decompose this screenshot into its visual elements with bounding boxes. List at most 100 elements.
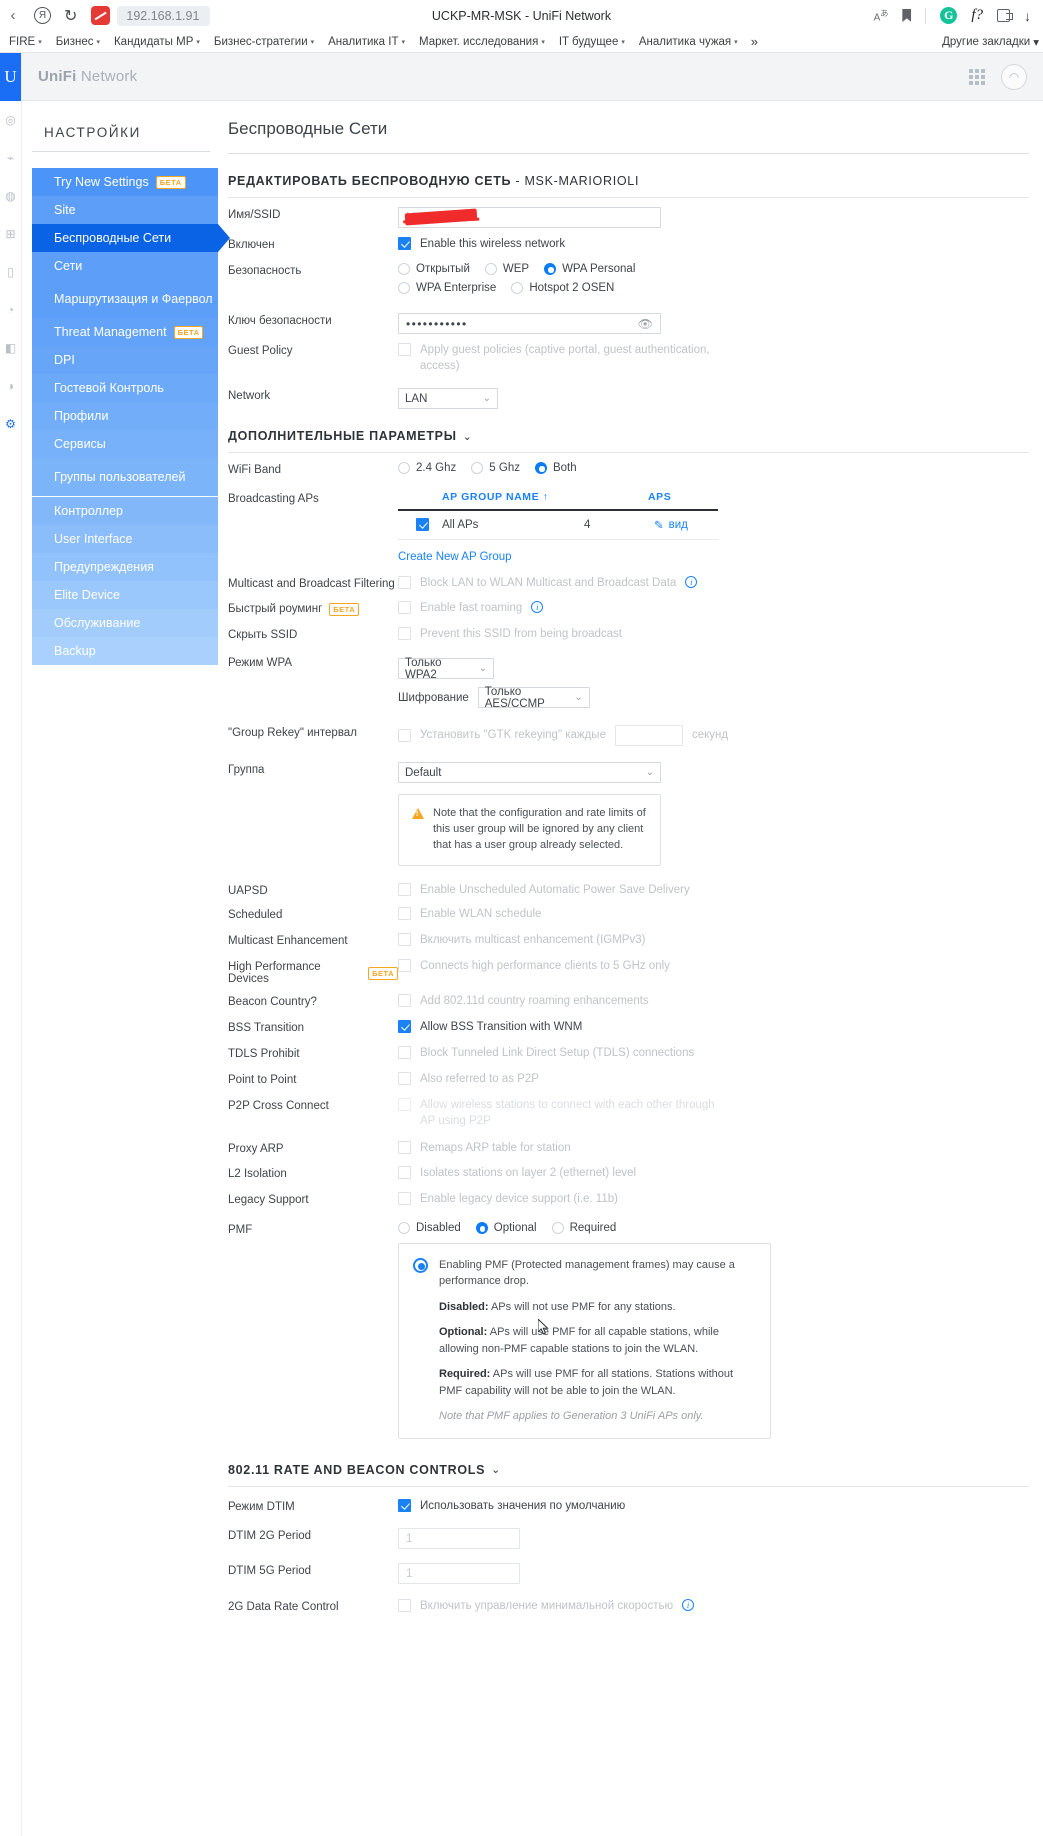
p2p-cross-checkbox-row[interactable]: Allow wireless stations to connect with … (398, 1098, 1029, 1129)
p2p-cross-checkbox[interactable] (398, 1098, 411, 1112)
bookmark-item[interactable]: Маркет. исследования ▾ (412, 36, 552, 48)
beacon-country-checkbox[interactable] (398, 994, 411, 1008)
sidebar-item-try-new-settings[interactable]: Try New Settings БЕТА (32, 168, 218, 196)
alerts-icon[interactable]: ◧ (0, 329, 21, 367)
enable-wireless-checkbox[interactable] (398, 237, 411, 250)
guest-policy-checkbox-row[interactable]: Apply guest policies (captive portal, gu… (398, 343, 1029, 374)
sidebar-item-dpi[interactable]: DPI (32, 346, 218, 374)
stats-icon[interactable]: ⊞ (0, 215, 21, 253)
bookmark-item[interactable]: Кандидаты МР ▾ (107, 36, 207, 48)
rate-beacon-header[interactable]: 802.11 RATE AND BEACON CONTROLS ⌄ (228, 1439, 1029, 1487)
proxy-arp-checkbox[interactable] (398, 1141, 411, 1155)
sidebar-item-networks[interactable]: Сети (32, 252, 218, 280)
reload-icon[interactable]: ↻ (64, 6, 77, 26)
bookmarks-overflow-button[interactable]: » (745, 34, 764, 49)
eye-icon[interactable]: 👁 (638, 317, 653, 331)
address-bar[interactable]: 192.168.1.91 (117, 5, 211, 26)
bookmark-item[interactable]: Аналитика IT ▾ (321, 36, 412, 48)
radio-pmf-required[interactable] (551, 1221, 564, 1234)
encryption-select[interactable]: Только AES/CCMP ⌄ (477, 686, 590, 710)
high-performance-checkbox[interactable] (398, 959, 411, 973)
proxy-arp-checkbox-row[interactable]: Remaps ARP table for station (398, 1141, 1029, 1157)
site-shield-icon[interactable] (91, 6, 111, 25)
group-rekey-checkbox[interactable] (398, 729, 411, 743)
wifi-band-option-24[interactable]: 2.4 Ghz (398, 462, 456, 475)
sidebar-item-user-groups[interactable]: Группы пользователей (32, 458, 218, 496)
high-performance-checkbox-row[interactable]: Connects high performance clients to 5 G… (398, 959, 1029, 975)
bookmark-item[interactable]: Аналитика чужая ▾ (632, 36, 745, 48)
l2-isolation-checkbox[interactable] (398, 1165, 411, 1179)
insights-icon[interactable]: ▯ (0, 253, 21, 291)
map-icon[interactable]: ◑ (0, 367, 21, 405)
sidebar-item-wireless-networks[interactable]: Беспроводные Сети (32, 224, 230, 252)
tdls-checkbox-row[interactable]: Block Tunneled Link Direct Setup (TDLS) … (398, 1046, 1029, 1062)
rate-2g-checkbox-row[interactable]: Включить управление минимальной скорость… (398, 1599, 1029, 1615)
pmf-option-required[interactable]: Required (551, 1221, 616, 1234)
bss-transition-checkbox-row[interactable]: Allow BSS Transition with WNM (398, 1020, 1029, 1036)
fast-roaming-checkbox-row[interactable]: Enable fast roaming i (398, 600, 1029, 617)
uapsd-checkbox-row[interactable]: Enable Unscheduled Automatic Power Save … (398, 882, 1029, 899)
dashboard-icon[interactable]: ◎ (0, 101, 21, 139)
security-option-wep[interactable]: WEP (484, 263, 529, 275)
security-option-open[interactable]: Открытый (398, 263, 470, 275)
rate-2g-checkbox[interactable] (398, 1599, 411, 1613)
enable-wireless-checkbox-row[interactable]: Enable this wireless network (398, 237, 1029, 253)
point-to-point-checkbox-row[interactable]: Also referred to as P2P (398, 1072, 1029, 1088)
settings-icon[interactable]: ⚙ (0, 405, 21, 443)
radio-24ghz[interactable] (398, 462, 410, 475)
legacy-checkbox[interactable] (398, 1191, 411, 1205)
advanced-params-header[interactable]: ДОПОЛНИТЕЛЬНЫЕ ПАРАМЕТРЫ ⌄ (228, 409, 1029, 454)
radio-both[interactable] (534, 462, 547, 475)
apps-grid-icon[interactable] (969, 68, 985, 85)
sidebar-item-guest-control[interactable]: Гостевой Контроль (32, 374, 218, 402)
sidebar-item-maintenance[interactable]: Обслуживание (32, 609, 218, 637)
translate-icon[interactable]: Aあ (874, 8, 889, 23)
security-key-input[interactable]: ••••••••••• 👁 (398, 313, 661, 334)
multicast-enhancement-checkbox[interactable] (398, 933, 411, 947)
sidebar-item-controller[interactable]: Контроллер (32, 497, 218, 525)
sidebar-item-threat-management[interactable]: Threat Management БЕТА (32, 318, 218, 346)
sidebar-item-profiles[interactable]: Профили (32, 402, 218, 430)
ap-group-checkbox[interactable] (416, 518, 429, 532)
wifi-band-option-both[interactable]: Both (534, 462, 577, 475)
info-icon[interactable]: i (685, 576, 698, 589)
ap-group-edit-action[interactable]: ✎ вид (654, 518, 718, 532)
devices-icon[interactable]: ⌁ (0, 139, 21, 177)
group-rekey-checkbox-row[interactable]: Установить "GTK rekeying" каждые секунд (398, 725, 1029, 747)
table-header-aps[interactable]: APS (648, 491, 718, 503)
beacon-country-checkbox-row[interactable]: Add 802.11d country roaming enhancements (398, 994, 1029, 1010)
tdls-checkbox[interactable] (398, 1046, 411, 1060)
radio-wpa-personal[interactable] (544, 263, 557, 275)
clients-icon[interactable]: ◍ (0, 177, 21, 215)
pmf-option-disabled[interactable]: Disabled (398, 1221, 461, 1234)
info-icon[interactable]: i (682, 1599, 695, 1612)
dtim-mode-checkbox-row[interactable]: Использовать значения по умолчанию (398, 1498, 1029, 1515)
sidebar-item-user-interface[interactable]: User Interface (32, 525, 218, 553)
security-option-hotspot2[interactable]: Hotspot 2 OSEN (511, 282, 614, 294)
radio-wpa-enterprise[interactable] (398, 282, 410, 294)
sidebar-item-backup[interactable]: Backup (32, 637, 218, 665)
sidebar-item-site[interactable]: Site (32, 196, 218, 224)
ssid-input[interactable]: MSK-Mar… (398, 207, 661, 228)
sidebar-item-elite-device[interactable]: Elite Device (32, 581, 218, 609)
radio-wep[interactable] (484, 263, 497, 275)
uapsd-checkbox[interactable] (398, 882, 411, 896)
grammarly-icon[interactable]: G (940, 7, 958, 24)
wpa-mode-select[interactable]: Только WPA2 ⌄ (398, 657, 494, 681)
dtim-2g-input[interactable]: 1 (398, 1528, 520, 1550)
multicast-enhancement-checkbox-row[interactable]: Включить multicast enhancement (IGMPv3) (398, 933, 1029, 949)
table-row[interactable]: All APs 4 ✎ вид (398, 511, 718, 541)
radio-pmf-disabled[interactable] (398, 1221, 410, 1234)
group-select[interactable]: Default ⌄ (398, 762, 661, 784)
unifi-logo-icon[interactable]: U (0, 53, 21, 101)
download-icon[interactable]: ↓ (1024, 8, 1031, 24)
bookmark-item[interactable]: FIRE ▾ (2, 36, 49, 48)
info-icon[interactable]: i (531, 600, 544, 613)
other-bookmarks-button[interactable]: Другие закладки ▾ (942, 35, 1039, 49)
hide-ssid-checkbox[interactable] (398, 626, 411, 640)
bookmark-item[interactable]: Бизнес ▾ (49, 36, 107, 48)
events-icon[interactable]: ◔ (0, 291, 21, 329)
create-ap-group-link[interactable]: Create New AP Group (398, 551, 512, 563)
security-option-wpa-personal[interactable]: WPA Personal (544, 263, 635, 275)
pmf-option-optional[interactable]: Optional (475, 1221, 537, 1234)
